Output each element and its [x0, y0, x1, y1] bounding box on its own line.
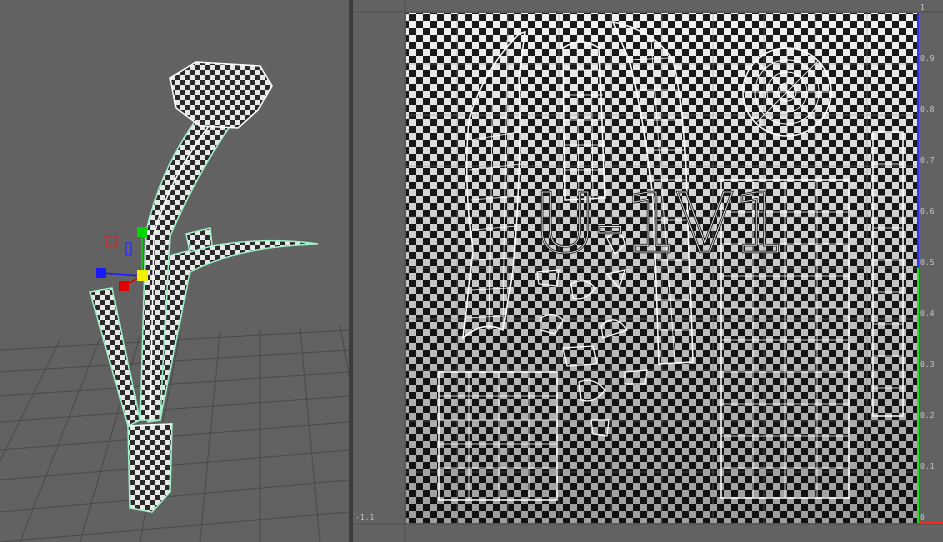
yz-plane-handle[interactable] [125, 242, 132, 256]
viewport-canvas[interactable] [0, 0, 349, 542]
ground-grid [0, 325, 349, 542]
maya-uv-workspace: U-1V1 U-1V1 1 0.9 0.8 0.7 0.6 0.5 0.4 0.… [0, 0, 943, 542]
v-tick-0-2: 0.2 [920, 411, 935, 420]
z-axis-handle[interactable] [96, 268, 106, 278]
v-tick-0-6: 0.6 [920, 207, 935, 216]
uv-editor[interactable]: U-1V1 U-1V1 1 0.9 0.8 0.7 0.6 0.5 0.4 0.… [353, 0, 943, 542]
v-tick-1: 1 [920, 3, 925, 12]
v-tick-0-7: 0.7 [920, 156, 935, 165]
v-tick-0-9: 0.9 [920, 54, 935, 63]
v-tick-0-3: 0.3 [920, 360, 935, 369]
v-tick-0-5: 0.5 [920, 258, 935, 267]
v-tick-0-4: 0.4 [920, 309, 935, 318]
uv-origin-label: -1.1 [355, 513, 375, 522]
perspective-viewport[interactable] [0, 0, 349, 542]
bud-mesh[interactable] [169, 61, 273, 129]
center-handle[interactable] [137, 270, 148, 281]
v-tick-0-8: 0.8 [920, 105, 935, 114]
xz-plane-handle[interactable] [105, 235, 117, 247]
v-tick-0-1: 0.1 [920, 462, 935, 471]
v-tick-0: 0 [920, 513, 925, 522]
x-axis-handle[interactable] [119, 281, 129, 291]
uv-canvas[interactable]: U-1V1 U-1V1 [353, 0, 943, 542]
pot-mesh[interactable] [127, 423, 173, 513]
leaves-mesh[interactable] [89, 227, 319, 428]
move-manipulator[interactable] [96, 227, 148, 291]
uv-shell-bud-top [742, 47, 832, 137]
uv-tile-label-outline: U-1V1 [535, 177, 785, 272]
y-axis-handle[interactable] [137, 227, 147, 237]
